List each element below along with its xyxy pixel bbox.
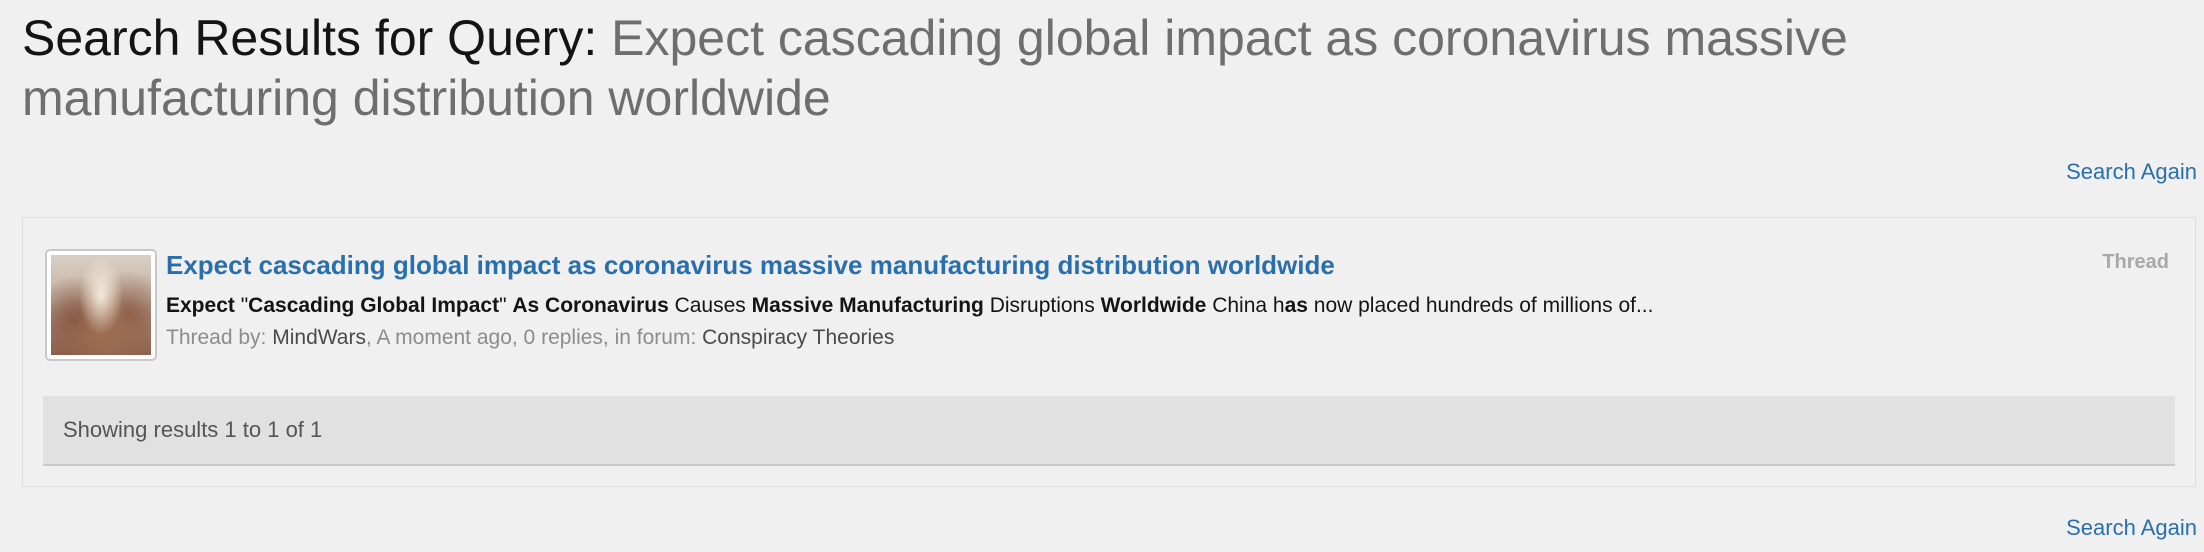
thread-thumbnail[interactable] [45, 249, 157, 361]
result-details: , A moment ago, 0 replies, in forum: [365, 326, 703, 349]
result-snippet: Expect "Cascading Global Impact" As Coro… [166, 292, 1653, 320]
thread-by-label: Thread by: [166, 326, 273, 349]
snippet-text: Disruptions [983, 294, 1101, 317]
search-result-item: Expect cascading global impact as corona… [23, 218, 2195, 368]
snippet-text: now placed hundreds of millions of... [1307, 294, 1654, 317]
pagination-summary: Showing results 1 to 1 of 1 [63, 417, 323, 442]
snippet-highlight: As Coronavirus [512, 294, 669, 317]
search-results-list: Expect cascading global impact as corona… [22, 217, 2196, 487]
forum-link[interactable]: Conspiracy Theories [702, 326, 894, 349]
search-again-link-bottom[interactable]: Search Again [2066, 514, 2197, 542]
snippet-highlight: Worldwide [1100, 294, 1207, 317]
author-link[interactable]: MindWars [272, 326, 366, 349]
snippet-text: " [499, 294, 513, 317]
snippet-highlight: Massive Manufacturing [751, 294, 984, 317]
snippet-text: China h [1206, 294, 1285, 317]
pagination-bar: Showing results 1 to 1 of 1 [43, 396, 2175, 466]
snippet-highlight: Cascading Global Impact [248, 294, 500, 317]
title-prefix: Search Results for Query: [22, 10, 598, 66]
snippet-highlight: as [1284, 294, 1308, 317]
snippet-text: " [234, 294, 249, 317]
result-type-label: Thread [2102, 251, 2169, 273]
snippet-text: Causes [668, 294, 752, 317]
search-again-link-top[interactable]: Search Again [2066, 158, 2197, 186]
snippet-highlight: Expect [166, 294, 235, 317]
result-meta: Thread by: MindWars, A moment ago, 0 rep… [166, 324, 894, 352]
result-title-link[interactable]: Expect cascading global impact as corona… [166, 248, 1335, 282]
page-title: Search Results for Query: Expect cascadi… [22, 8, 2172, 128]
thread-thumbnail-image [51, 255, 151, 355]
